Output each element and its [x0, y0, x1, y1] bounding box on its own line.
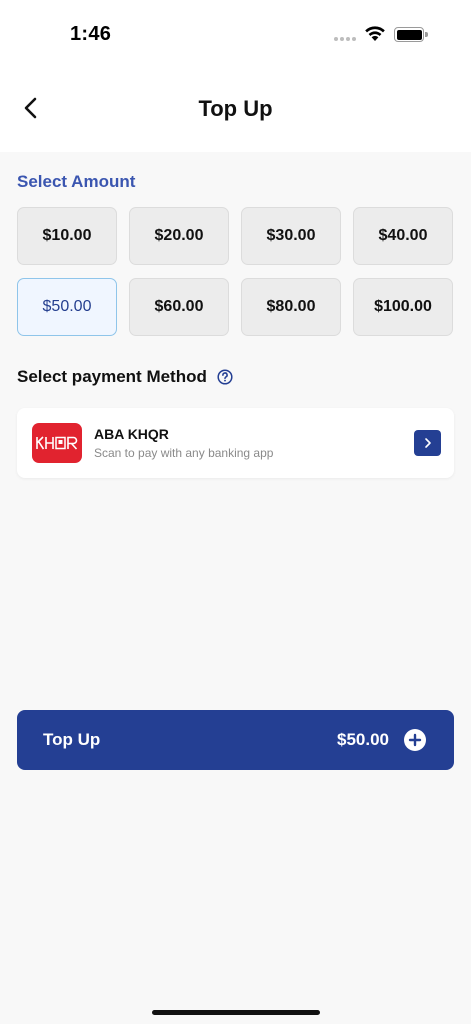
status-bar: 1:46 [0, 0, 471, 70]
top-up-button[interactable]: Top Up $50.00 [17, 710, 454, 770]
payment-method-aba-khqr[interactable]: ABA KHQR Scan to pay with any banking ap… [17, 408, 454, 478]
khqr-logo [32, 423, 82, 463]
top-up-button-label: Top Up [43, 730, 101, 749]
amount-option-100[interactable]: $100.00 [353, 278, 453, 336]
amount-option-10[interactable]: $10.00 [17, 207, 117, 265]
amount-option-60[interactable]: $60.00 [129, 278, 229, 336]
payment-method-description: Scan to pay with any banking app [94, 446, 274, 460]
top-up-button-amount: $50.00 [337, 730, 389, 749]
amount-option-80[interactable]: $80.00 [241, 278, 341, 336]
select-amount-heading: Select Amount [17, 172, 136, 191]
amount-option-40[interactable]: $40.00 [353, 207, 453, 265]
top-up-screen: 1:46 Top Up Select Amount $10.00 $20.00 [0, 0, 471, 1024]
nav-header: Top Up [0, 70, 471, 152]
payment-method-heading-text: Select payment Method [17, 367, 207, 386]
page-title: Top Up [198, 96, 273, 121]
payment-method-heading: Select payment Method [17, 367, 233, 387]
amount-option-50[interactable]: $50.00 [17, 278, 117, 336]
chevron-right-icon[interactable] [414, 430, 441, 456]
payment-method-name: ABA KHQR [94, 426, 169, 442]
plus-circle-icon [404, 729, 426, 751]
battery-icon [394, 27, 428, 42]
amount-options: $10.00 $20.00 $30.00 $40.00 $50.00 $60.0… [17, 207, 454, 336]
status-time: 1:46 [70, 23, 112, 45]
wifi-icon [364, 24, 386, 47]
home-indicator [152, 1010, 320, 1015]
cellular-signal-icon [334, 37, 358, 43]
help-icon[interactable] [217, 369, 233, 385]
amount-option-30[interactable]: $30.00 [241, 207, 341, 265]
amount-option-20[interactable]: $20.00 [129, 207, 229, 265]
